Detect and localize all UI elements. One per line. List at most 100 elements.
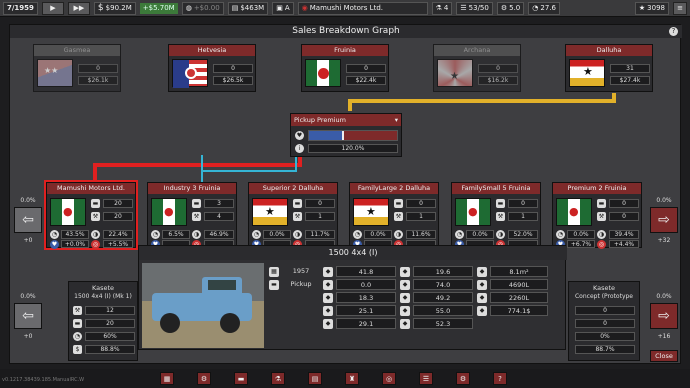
company-card[interactable]: FamilySmall 5 Fruinia ● ▬ 0 ⚒ 1 ◔ 0.0% ◑… xyxy=(451,182,541,249)
company-p3: +0.0% xyxy=(61,240,89,248)
car-button[interactable]: ▬ xyxy=(234,372,248,385)
company-p1: 6.5% xyxy=(162,230,190,239)
model-card-title: Kasete xyxy=(592,284,616,292)
stat-col3: 4690L xyxy=(490,279,548,290)
company-p2: 11.6% xyxy=(406,230,436,239)
loan-display[interactable]: ▤ $463M xyxy=(227,1,269,15)
staff-value: 53/50 xyxy=(468,4,489,12)
company-card[interactable]: Mamushi Motors Ltd. ● ▬ 20 ⚒ 20 ◔ 43.5% … xyxy=(44,180,138,250)
cargo-icon: ◆ xyxy=(400,280,410,290)
stat-col2: 49.2 xyxy=(413,292,473,303)
stats-button[interactable]: ▤ xyxy=(308,372,322,385)
help-button[interactable]: ? xyxy=(493,372,507,385)
scroll-right-button[interactable]: ⇨ xyxy=(650,207,678,233)
sales-icon: ◎ xyxy=(385,375,393,383)
company-card[interactable]: FamilyLarge 2 Dalluha ★ ▬ 0 ⚒ 1 ◔ 0.0% ◑… xyxy=(349,182,439,249)
country-card-fruinia[interactable]: Fruinia 0 $22.4k xyxy=(301,44,389,92)
stat-col3: 774.1$ xyxy=(490,305,548,316)
research-button[interactable]: ⚗ xyxy=(271,372,285,385)
bank-icon: ▤ xyxy=(231,4,239,12)
country-money: $16.2k xyxy=(478,76,518,85)
research-display[interactable]: ⚗ 4 xyxy=(431,1,453,15)
model-card-r3: 0% xyxy=(575,332,635,341)
menu-button[interactable]: ≡ xyxy=(673,1,687,15)
car-tooltip: 1500 4x4 (I) ▦ 1957 ▬ Pickup ◆ 41.8 ◆ 19.6 ◆ 8.1m… xyxy=(138,245,567,350)
engine-icon: ◆ xyxy=(400,267,410,277)
stat-col3: 8.1m² xyxy=(490,266,548,277)
wrench-icon: ⚒ xyxy=(91,212,100,221)
car-icon: ▬ xyxy=(237,375,245,383)
wrench-icon: ⚒ xyxy=(597,212,606,221)
model-card-left[interactable]: Kasete 1500 4x4 (I) (Mk 1) ⚒ 12 ▬ 20 ◔ 60% … xyxy=(68,281,138,361)
staff-display[interactable]: ☰ 53/50 xyxy=(456,1,493,15)
gear-button[interactable]: ⚙ xyxy=(197,372,211,385)
company-flag: ★ xyxy=(353,198,389,226)
gear-icon: ⚙ xyxy=(200,375,208,383)
company-display[interactable]: ◉ Mamushi Motors Ltd. xyxy=(297,1,428,15)
target-icon: ◎ xyxy=(91,240,100,249)
settings-icon: ⚙ xyxy=(500,4,508,12)
country-card-gasmea[interactable]: Gasmea ★★ 0 $26.1k xyxy=(33,44,121,92)
wrench-icon: ⚒ xyxy=(192,212,201,221)
country-money: $26.5k xyxy=(213,76,253,85)
company-card[interactable]: Superior 2 Dalluha ★ ▬ 0 ⚒ 1 ◔ 0.0% ◑ 11… xyxy=(248,182,338,249)
fast-forward-button[interactable]: ▶▶ xyxy=(67,1,90,15)
company-p1: 0.0% xyxy=(567,230,595,239)
country-name: Dalluha xyxy=(566,45,652,56)
stat-col1: 0.0 xyxy=(336,279,396,290)
flask-icon: ⚗ xyxy=(435,4,442,12)
gauge-icon: ◔ xyxy=(73,332,82,341)
gauge-icon: ◔ xyxy=(353,230,362,239)
model-left-button[interactable]: ⇦ xyxy=(14,303,42,329)
car-icon: ▬ xyxy=(496,199,505,208)
money-display[interactable]: $ $90.2M xyxy=(93,1,136,15)
target-icon: ◎ xyxy=(597,240,606,249)
flag-gasmea: ★★ xyxy=(37,59,73,87)
people-button[interactable]: ☰ xyxy=(419,372,433,385)
stat-col3: 2260L xyxy=(490,292,548,303)
model-card-name: Concept (Prototype xyxy=(574,293,633,300)
company-name: Industry 3 Fruinia xyxy=(148,183,236,194)
country-card-hetvesia[interactable]: Hetvesia 0 $26.5k xyxy=(168,44,256,92)
close-button[interactable]: Close xyxy=(650,350,678,362)
car-tooltip-title: 1500 4x4 (I) xyxy=(139,246,567,260)
body-type-icon: ▬ xyxy=(269,280,279,290)
settings-icon: ⚙ xyxy=(459,375,467,383)
mamushi-connector xyxy=(93,155,302,183)
company-v2: 1 xyxy=(406,212,436,221)
country-value: 0 xyxy=(213,64,253,73)
heart-icon: ♥ xyxy=(295,131,304,140)
segment-header[interactable]: Pickup Premium ▾ xyxy=(291,114,401,126)
company-card[interactable]: Industry 3 Fruinia ● ▬ 3 ⚒ 4 ◔ 6.5% ◑ 46… xyxy=(147,182,237,249)
company-card[interactable]: Premium 2 Fruinia ● ▬ 0 ⚒ 0 ◔ 0.0% ◑ 39.… xyxy=(552,182,642,249)
sales-button[interactable]: ◎ xyxy=(382,372,396,385)
trophy-button[interactable]: ♜ xyxy=(345,372,359,385)
model-right-button[interactable]: ⇨ xyxy=(650,303,678,329)
rating-display: ▣ A xyxy=(272,1,294,15)
model-card-r2: 20 xyxy=(85,319,135,328)
segment-card[interactable]: Pickup Premium ▾ ♥ i 120.0% xyxy=(290,113,402,157)
country-name: Gasmea xyxy=(34,45,120,56)
model-card-right[interactable]: Kasete Concept (Prototype 0 0 0% 88.7% xyxy=(568,281,640,361)
info-icon: i xyxy=(295,144,304,153)
company-flag: ● xyxy=(556,198,592,226)
country-card-archana[interactable]: Archana ★ 0 $16.2k xyxy=(433,44,521,92)
star-icon: ★ xyxy=(638,4,646,12)
company-name: FamilySmall 5 Fruinia xyxy=(452,183,540,194)
fuel-icon: ◆ xyxy=(400,306,410,316)
rating-icon: ▣ xyxy=(276,4,283,12)
company-flag: ● xyxy=(151,198,187,226)
money-value: $90.2M xyxy=(105,4,132,12)
gauge-icon: ◔ xyxy=(532,4,539,12)
factory-button[interactable]: ▦ xyxy=(160,372,174,385)
country-card-dalluha[interactable]: Dalluha ★ 31 $27.4k xyxy=(565,44,653,92)
car-type: Pickup xyxy=(290,280,312,288)
company-v1: 0 xyxy=(406,199,436,208)
steering-icon: ◆ xyxy=(323,280,333,290)
settings-button[interactable]: ⚙ xyxy=(456,372,470,385)
stat-col1: 41.8 xyxy=(336,266,396,277)
points-display: ★ 3098 xyxy=(634,1,669,15)
model-card-r2: 0 xyxy=(575,319,635,328)
scroll-left-button[interactable]: ⇦ xyxy=(14,207,42,233)
play-button[interactable]: ▶ xyxy=(41,1,64,15)
